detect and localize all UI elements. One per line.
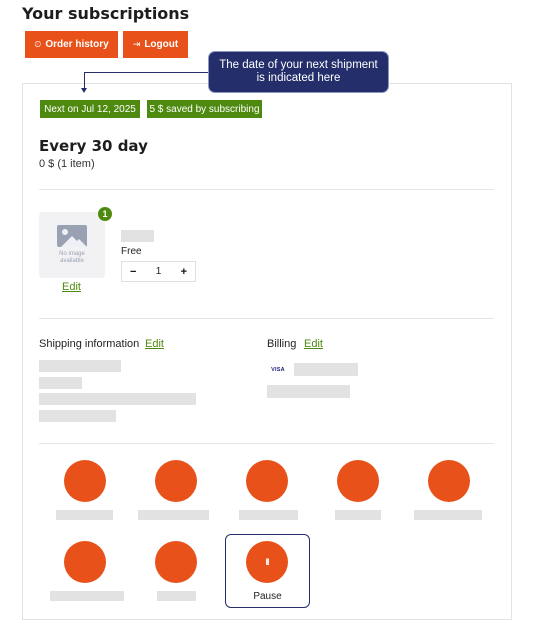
next-shipment-badge: Next on Jul 12, 2025 bbox=[40, 100, 140, 118]
action-label-placeholder bbox=[157, 591, 196, 601]
no-image-text: No image available bbox=[59, 251, 85, 264]
savings-badge: 5 $ saved by subscribing bbox=[147, 100, 262, 118]
logout-label: Logout bbox=[144, 39, 179, 50]
action-label-placeholder bbox=[414, 510, 482, 520]
tooltip-pointer-line bbox=[84, 72, 208, 73]
visa-card-icon: VISA bbox=[271, 367, 285, 373]
shipping-address-placeholder bbox=[39, 393, 196, 405]
pause-icon: II bbox=[265, 557, 269, 567]
logout-icon: ⇥ bbox=[132, 39, 141, 49]
action-button[interactable] bbox=[246, 460, 288, 502]
shipping-line-placeholder bbox=[39, 377, 82, 389]
edit-shipping-link[interactable]: Edit bbox=[145, 338, 164, 350]
product-image-placeholder: No image available bbox=[39, 212, 105, 278]
clock-icon: ⏲ bbox=[34, 39, 42, 49]
action-button[interactable] bbox=[337, 460, 379, 502]
divider bbox=[39, 443, 494, 444]
action-button[interactable] bbox=[64, 541, 106, 583]
increment-button[interactable]: + bbox=[181, 266, 187, 278]
page-title: Your subscriptions bbox=[22, 4, 190, 23]
card-number-placeholder bbox=[294, 363, 358, 376]
action-label-placeholder bbox=[56, 510, 113, 520]
subscription-total: 0 $ (1 item) bbox=[39, 158, 95, 170]
next-shipment-tooltip: The date of your next shipment is indica… bbox=[208, 51, 389, 93]
card-expiry-placeholder bbox=[267, 385, 350, 398]
quantity-value[interactable]: 1 bbox=[156, 266, 162, 277]
action-button[interactable] bbox=[155, 460, 197, 502]
action-button[interactable] bbox=[155, 541, 197, 583]
action-button[interactable] bbox=[64, 460, 106, 502]
shipping-info-label: Shipping information bbox=[39, 338, 140, 350]
edit-billing-link[interactable]: Edit bbox=[304, 338, 323, 350]
shipping-name-placeholder bbox=[39, 360, 121, 372]
pause-label: Pause bbox=[253, 591, 282, 602]
action-label-placeholder bbox=[138, 510, 209, 520]
product-quantity-badge: 1 bbox=[98, 207, 112, 221]
edit-product-link[interactable]: Edit bbox=[62, 281, 81, 293]
image-icon bbox=[57, 225, 87, 247]
action-button[interactable] bbox=[428, 460, 470, 502]
product-price: Free bbox=[121, 246, 142, 257]
shipping-city-placeholder bbox=[39, 410, 116, 422]
action-label-placeholder bbox=[239, 510, 298, 520]
action-label-placeholder bbox=[335, 510, 381, 520]
subscription-frequency: Every 30 day bbox=[39, 137, 148, 155]
decrement-button[interactable]: − bbox=[130, 266, 136, 278]
order-history-label: Order history bbox=[45, 39, 109, 50]
tooltip-pointer-arrow bbox=[81, 88, 87, 93]
action-label-placeholder bbox=[50, 591, 124, 601]
divider bbox=[39, 318, 494, 319]
divider bbox=[39, 189, 494, 190]
billing-label: Billing bbox=[267, 338, 297, 350]
pause-button[interactable]: II bbox=[246, 541, 288, 583]
product-name-placeholder bbox=[121, 230, 154, 242]
logout-button[interactable]: ⇥ Logout bbox=[123, 31, 188, 58]
order-history-button[interactable]: ⏲ Order history bbox=[25, 31, 118, 58]
quantity-stepper: − 1 + bbox=[121, 261, 196, 282]
